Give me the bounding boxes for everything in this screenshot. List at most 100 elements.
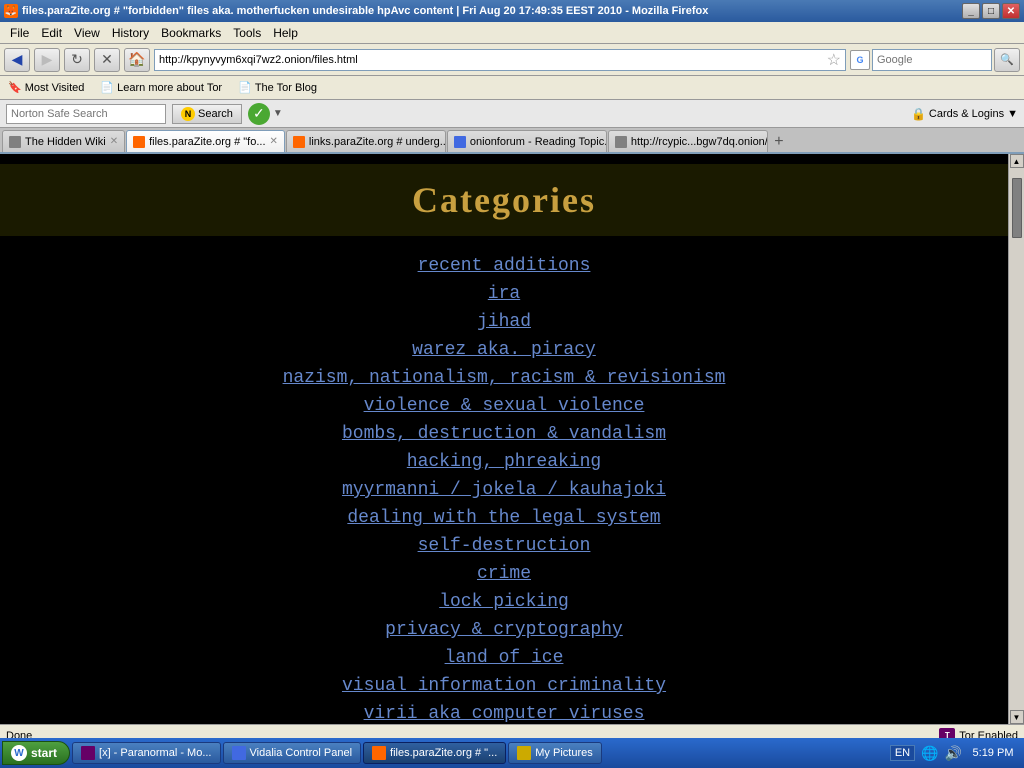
tab-favicon-links-parazite [293,136,305,148]
category-crime[interactable]: crime [0,564,1008,584]
start-button[interactable]: W start [2,741,70,765]
tab-favicon-rcypic [615,136,627,148]
category-self-destruction[interactable]: self-destruction [0,536,1008,556]
scroll-down-button[interactable]: ▼ [1010,710,1024,724]
taskbar-my-pictures[interactable]: My Pictures [508,742,601,764]
tab-hidden-wiki[interactable]: The Hidden Wiki ✕ [2,130,125,152]
category-ira[interactable]: ira [0,284,1008,304]
taskbar: W start [x] - Paranormal - Mo... Vidalia… [0,738,1024,768]
menu-edit[interactable]: Edit [35,24,68,42]
tab-parazite[interactable]: files.paraZite.org # "fo... ✕ [126,130,285,152]
minimize-button[interactable]: _ [962,3,980,19]
tab-close-parazite[interactable]: ✕ [270,136,278,147]
bookmark-star-icon[interactable]: ☆ [827,50,841,70]
browser-search-input[interactable] [872,49,992,71]
taskbar-firefox-label: files.paraZite.org # "... [390,747,497,759]
menu-file[interactable]: File [4,24,35,42]
close-button[interactable]: ✕ [1002,3,1020,19]
menu-bar: File Edit View History Bookmarks Tools H… [0,22,1024,44]
category-violence[interactable]: violence & sexual violence [0,396,1008,416]
most-visited-icon: 🔖 [8,81,22,94]
norton-icon: N [181,107,195,121]
tab-links-parazite[interactable]: links.paraZite.org # underg... ✕ [286,130,446,152]
check-icon: ✓ [248,103,270,125]
learn-tor-icon: 📄 [100,81,114,94]
category-land-of-ice[interactable]: land of ice [0,648,1008,668]
category-myyrmanni[interactable]: myyrmanni / jokela / kauhajoki [0,480,1008,500]
scroll-up-button[interactable]: ▲ [1010,154,1024,168]
category-hacking[interactable]: hacking, phreaking [0,452,1008,472]
bookmark-most-visited[interactable]: 🔖 Most Visited [4,80,88,95]
language-indicator: EN [890,745,915,761]
network-icon: 🌐 [921,745,938,762]
content-area: Categories recent additions ira jihad wa… [0,154,1024,724]
tab-label-parazite: files.paraZite.org # "fo... [149,136,265,148]
category-bombs[interactable]: bombs, destruction & vandalism [0,424,1008,444]
search-area: G 🔍 [850,48,1020,72]
category-jihad[interactable]: jihad [0,312,1008,332]
tab-rcypic[interactable]: http://rcypic...bgw7dq.onion/ ✕ [608,130,768,152]
bookmark-tor-blog[interactable]: 📄 The Tor Blog [234,80,321,95]
category-legal[interactable]: dealing with the legal system [0,508,1008,528]
menu-tools[interactable]: Tools [227,24,267,42]
taskbar-favicon-paranormal [81,746,95,760]
bookmark-learn-tor[interactable]: 📄 Learn more about Tor [96,80,226,95]
windows-logo: W [11,745,27,761]
menu-help[interactable]: Help [267,24,304,42]
cards-logins-button[interactable]: 🔒 Cards & Logins ▼ [911,107,1018,121]
volume-icon: 🔊 [945,745,962,762]
address-bar: http://kpynyvym6xqi7wz2.onion/files.html… [154,49,846,71]
category-visual[interactable]: visual information criminality [0,676,1008,696]
tor-blog-icon: 📄 [238,81,252,94]
tab-favicon-onionforum [454,136,466,148]
tab-label-rcypic: http://rcypic...bgw7dq.onion/ [631,136,768,148]
page-heading: Categories [0,164,1008,236]
reload-button[interactable]: ↻ [64,48,90,72]
taskbar-pictures-label: My Pictures [535,747,592,759]
taskbar-vidalia[interactable]: Vidalia Control Panel [223,742,362,764]
category-recent-additions[interactable]: recent additions [0,256,1008,276]
window-title: files.paraZite.org # "forbidden" files a… [22,5,708,17]
norton-search-input[interactable] [6,104,166,124]
category-virii[interactable]: virii aka computer viruses [0,704,1008,724]
norton-bar: N Search ✓ ▼ 🔒 Cards & Logins ▼ [0,100,1024,128]
firefox-icon: 🦊 [4,4,18,18]
bookmark-most-visited-label: Most Visited [25,82,85,94]
category-lock-picking[interactable]: lock picking [0,592,1008,612]
taskbar-paranormal-label: [x] - Paranormal - Mo... [99,747,211,759]
category-warez[interactable]: warez aka. piracy [0,340,1008,360]
norton-search-label: Search [198,108,233,120]
category-privacy[interactable]: privacy & cryptography [0,620,1008,640]
taskbar-favicon-vidalia [232,746,246,760]
maximize-button[interactable]: □ [982,3,1000,19]
url-display[interactable]: http://kpynyvym6xqi7wz2.onion/files.html [159,54,825,66]
taskbar-firefox[interactable]: files.paraZite.org # "... [363,742,506,764]
taskbar-favicon-firefox [372,746,386,760]
new-tab-button[interactable]: + [769,132,789,152]
clock: 5:19 PM [968,747,1018,759]
tab-label-links-parazite: links.paraZite.org # underg... [309,136,446,148]
tab-close-hidden-wiki[interactable]: ✕ [110,136,118,147]
norton-search-button[interactable]: N Search [172,104,242,124]
category-nazism[interactable]: nazism, nationalism, racism & revisionis… [0,368,1008,388]
stop-button[interactable]: ✕ [94,48,120,72]
window-controls: _ □ ✕ [962,3,1020,19]
menu-view[interactable]: View [68,24,106,42]
lock-icon: 🔒 [911,107,926,121]
cards-logins-label: Cards & Logins [929,108,1004,120]
menu-bookmarks[interactable]: Bookmarks [155,24,227,42]
taskbar-paranormal[interactable]: [x] - Paranormal - Mo... [72,742,220,764]
taskbar-favicon-pictures [517,746,531,760]
back-button[interactable]: ◀ [4,48,30,72]
tab-label-hidden-wiki: The Hidden Wiki [25,136,106,148]
search-go-button[interactable]: 🔍 [994,48,1020,72]
menu-history[interactable]: History [106,24,155,42]
scroll-thumb[interactable] [1012,178,1022,238]
tab-onionforum[interactable]: onionforum - Reading Topic... ✕ [447,130,607,152]
cards-logins-arrow: ▼ [1007,108,1018,120]
home-button[interactable]: 🏠 [124,48,150,72]
main-content: Categories recent additions ira jihad wa… [0,154,1008,724]
scrollbar: ▲ ▼ [1008,154,1024,724]
check-dropdown-arrow[interactable]: ▼ [273,108,283,119]
forward-button[interactable]: ▶ [34,48,60,72]
